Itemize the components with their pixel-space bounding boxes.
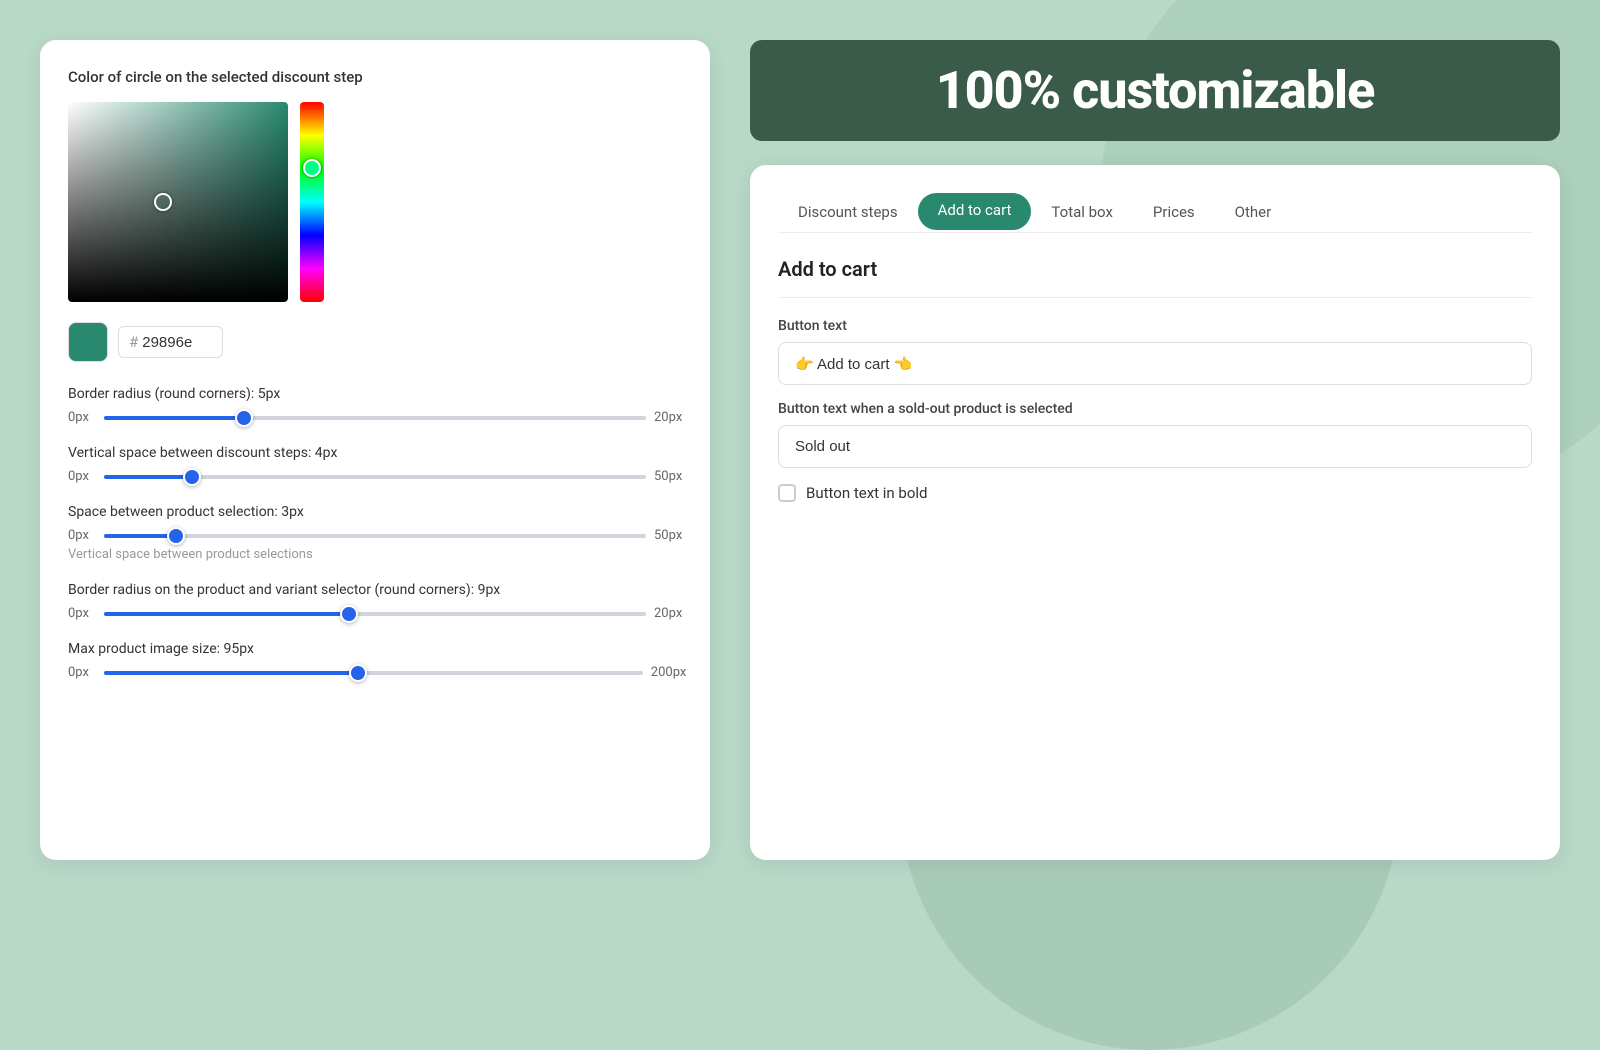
slider-border-radius-selector-min: 0px	[68, 606, 96, 621]
slider-vertical-space-label: Vertical space between discount steps: 4…	[68, 445, 682, 461]
hex-hash: #	[129, 333, 138, 351]
slider-border-radius-min: 0px	[68, 410, 96, 425]
color-hue-bar[interactable]	[300, 102, 324, 302]
hero-text: 100% customizable	[936, 60, 1375, 121]
left-panel: Color of circle on the selected discount…	[40, 40, 710, 860]
color-hex-row: #	[68, 322, 682, 362]
tab-total-box[interactable]: Total box	[1031, 193, 1132, 233]
tab-discount-steps[interactable]: Discount steps	[778, 193, 918, 233]
hex-input-wrap: #	[118, 326, 223, 358]
sold-out-text-label: Button text when a sold-out product is s…	[778, 401, 1532, 417]
slider-product-selection-label: Space between product selection: 3px	[68, 504, 682, 520]
slider-vertical-space-input[interactable]	[104, 475, 646, 479]
slider-product-selection: Space between product selection: 3px 0px…	[68, 504, 682, 562]
slider-border-radius-label: Border radius (round corners): 5px	[68, 386, 682, 402]
slider-product-selection-input[interactable]	[104, 534, 646, 538]
slider-border-radius-selector-input[interactable]	[104, 612, 646, 616]
slider-border-radius-selector: Border radius on the product and variant…	[68, 582, 682, 621]
section-title: Add to cart	[778, 257, 1532, 281]
hex-input[interactable]	[142, 334, 212, 351]
right-panel: 100% customizable Discount steps Add to …	[750, 40, 1560, 860]
hue-cursor	[303, 159, 321, 177]
button-text-input[interactable]	[778, 342, 1532, 385]
slider-vertical-space-wrap: 0px 50px	[68, 469, 682, 484]
hero-banner: 100% customizable	[750, 40, 1560, 141]
panel-title: Color of circle on the selected discount…	[68, 68, 682, 86]
slider-product-selection-max: 50px	[654, 528, 682, 543]
slider-border-radius-selector-wrap: 0px 20px	[68, 606, 682, 621]
button-bold-checkbox[interactable]	[778, 484, 796, 502]
slider-product-selection-wrap: 0px 50px	[68, 528, 682, 543]
slider-product-selection-min: 0px	[68, 528, 96, 543]
settings-card: Discount steps Add to cart Total box Pri…	[750, 165, 1560, 860]
main-layout: Color of circle on the selected discount…	[0, 0, 1600, 900]
button-text-label: Button text	[778, 318, 1532, 334]
tab-other[interactable]: Other	[1215, 193, 1292, 233]
slider-border-radius-input[interactable]	[104, 416, 646, 420]
slider-border-radius-selector-max: 20px	[654, 606, 682, 621]
slider-max-image-size-wrap: 0px 200px	[68, 665, 682, 680]
slider-product-selection-hint: Vertical space between product selection…	[68, 547, 682, 562]
slider-max-image-size-min: 0px	[68, 665, 96, 680]
slider-border-radius-max: 20px	[654, 410, 682, 425]
tabs-row: Discount steps Add to cart Total box Pri…	[778, 193, 1532, 233]
color-swatch[interactable]	[68, 322, 108, 362]
slider-vertical-space-max: 50px	[654, 469, 682, 484]
slider-vertical-space-min: 0px	[68, 469, 96, 484]
checkbox-row: Button text in bold	[778, 484, 1532, 502]
sold-out-text-input[interactable]	[778, 425, 1532, 468]
divider	[778, 297, 1532, 298]
slider-vertical-space: Vertical space between discount steps: 4…	[68, 445, 682, 484]
slider-max-image-size-label: Max product image size: 95px	[68, 641, 682, 657]
slider-max-image-size-max: 200px	[651, 665, 682, 680]
color-gradient-picker[interactable]	[68, 102, 288, 302]
slider-border-radius-wrap: 0px 20px	[68, 410, 682, 425]
slider-border-radius-selector-label: Border radius on the product and variant…	[68, 582, 682, 598]
checkbox-label: Button text in bold	[806, 484, 928, 502]
slider-border-radius: Border radius (round corners): 5px 0px 2…	[68, 386, 682, 425]
tab-add-to-cart[interactable]: Add to cart	[918, 193, 1032, 230]
color-picker-area	[68, 102, 682, 302]
gradient-cursor	[154, 193, 172, 211]
slider-max-image-size-input[interactable]	[104, 671, 643, 675]
tab-prices[interactable]: Prices	[1133, 193, 1215, 233]
slider-max-image-size: Max product image size: 95px 0px 200px	[68, 641, 682, 680]
